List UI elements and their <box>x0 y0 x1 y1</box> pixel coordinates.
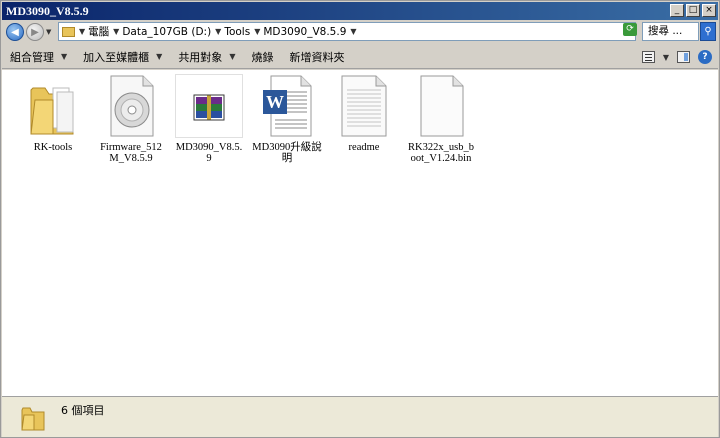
svg-text:W: W <box>266 92 284 112</box>
file-name: MD3090升級說明 <box>252 142 322 164</box>
address-row: ◀ ▶ ▼ ▼ 電腦 ▼ Data_107GB (D:) ▼ Tools ▼ M… <box>2 20 718 44</box>
change-view-icon[interactable] <box>641 51 655 63</box>
close-button[interactable]: × <box>702 4 716 17</box>
breadcrumb-arrow-icon[interactable]: ▼ <box>113 27 119 36</box>
folder-icon <box>27 74 79 138</box>
blank-file-icon <box>415 74 467 138</box>
search-input[interactable]: 搜尋 ... <box>642 22 699 41</box>
file-item[interactable]: RK-tools <box>18 74 88 153</box>
breadcrumb-item-computer[interactable]: 電腦 <box>88 24 109 39</box>
organize-menu[interactable]: 組合管理 ▼ <box>2 49 75 65</box>
breadcrumb-item-tools[interactable]: Tools <box>224 26 250 38</box>
burn-button[interactable]: 燒錄 <box>243 49 281 65</box>
file-name: RK322x_usb_boot_V1.24.bin <box>408 142 474 164</box>
item-count: 6 個項目 <box>61 404 105 417</box>
preview-pane-icon[interactable] <box>677 51 690 63</box>
status-bar: 6 個項目 <box>2 396 718 437</box>
organize-label: 組合管理 <box>10 50 54 64</box>
add-to-library-menu[interactable]: 加入至媒體櫃 ▼ <box>75 49 170 65</box>
winrar-archive-icon <box>175 74 243 138</box>
breadcrumb: ▼ 電腦 ▼ Data_107GB (D:) ▼ Tools ▼ MD3090_… <box>75 24 360 39</box>
breadcrumb-arrow-icon[interactable]: ▼ <box>350 27 356 36</box>
search-icon: ⚲ <box>704 26 712 37</box>
new-folder-label: 新增資料夾 <box>289 50 345 64</box>
search-button[interactable]: ⚲ <box>700 22 716 41</box>
breadcrumb-arrow-icon[interactable]: ▼ <box>215 27 221 36</box>
title-bar[interactable]: MD3090_V8.5.9 _ □ × <box>2 2 718 20</box>
view-options-dropdown-icon[interactable]: ▼ <box>663 53 669 62</box>
back-button[interactable]: ◀ <box>6 23 24 41</box>
file-item[interactable]: MD3090_V8.5.9 <box>174 74 244 164</box>
share-with-label: 共用對象 <box>178 50 223 64</box>
share-with-menu[interactable]: 共用對象 ▼ <box>170 49 243 65</box>
disc-image-icon <box>105 74 157 138</box>
maximize-button[interactable]: □ <box>686 4 700 17</box>
forward-arrow-icon: ▶ <box>31 26 39 38</box>
breadcrumb-item-current[interactable]: MD3090_V8.5.9 <box>263 26 346 38</box>
refresh-icon: ⟳ <box>626 24 634 34</box>
minimize-button[interactable]: _ <box>670 4 684 17</box>
chevron-down-icon: ▼ <box>61 52 68 61</box>
chevron-down-icon: ▼ <box>229 52 236 61</box>
breadcrumb-item-drive[interactable]: Data_107GB (D:) <box>122 26 211 38</box>
file-name: Firmware_512M_V8.5.9 <box>100 142 162 164</box>
forward-button[interactable]: ▶ <box>26 23 44 41</box>
file-list-pane[interactable]: RK-tools Firmware_512M_V8.5.9 MD3090_V8.… <box>2 70 718 396</box>
help-icon[interactable]: ? <box>698 50 712 64</box>
file-name: MD3090_V8.5.9 <box>175 142 243 164</box>
explorer-window: MD3090_V8.5.9 _ □ × ◀ ▶ ▼ ▼ 電腦 ▼ Data_10… <box>0 0 720 438</box>
file-name: readme <box>348 142 380 153</box>
refresh-button[interactable]: ⟳ <box>623 23 637 36</box>
text-file-icon <box>338 74 390 138</box>
folder-icon <box>20 402 48 435</box>
breadcrumb-arrow-icon[interactable]: ▼ <box>254 27 260 36</box>
burn-label: 燒錄 <box>251 50 274 64</box>
back-arrow-icon: ◀ <box>11 26 19 38</box>
command-bar: 組合管理 ▼ 加入至媒體櫃 ▼ 共用對象 ▼ 燒錄 新增資料夾 ▼ ? <box>2 45 718 69</box>
window-controls: _ □ × <box>670 4 716 17</box>
file-item[interactable]: W MD3090升級說明 <box>252 74 322 164</box>
word-document-icon: W <box>261 74 313 138</box>
recent-pages-dropdown-icon[interactable]: ▼ <box>46 28 51 36</box>
window-title: MD3090_V8.5.9 <box>6 3 89 18</box>
file-item[interactable]: RK322x_usb_boot_V1.24.bin <box>406 74 476 164</box>
file-item[interactable]: Firmware_512M_V8.5.9 <box>96 74 166 164</box>
new-folder-button[interactable]: 新增資料夾 <box>281 49 352 65</box>
address-bar[interactable]: ▼ 電腦 ▼ Data_107GB (D:) ▼ Tools ▼ MD3090_… <box>58 22 636 41</box>
file-name: RK-tools <box>33 142 73 153</box>
toolbar-right-controls: ▼ ? <box>641 50 712 64</box>
breadcrumb-arrow-icon[interactable]: ▼ <box>79 27 85 36</box>
chevron-down-icon: ▼ <box>156 52 163 61</box>
file-item[interactable]: readme <box>329 74 399 153</box>
add-to-library-label: 加入至媒體櫃 <box>83 50 150 64</box>
folder-icon <box>62 26 75 37</box>
